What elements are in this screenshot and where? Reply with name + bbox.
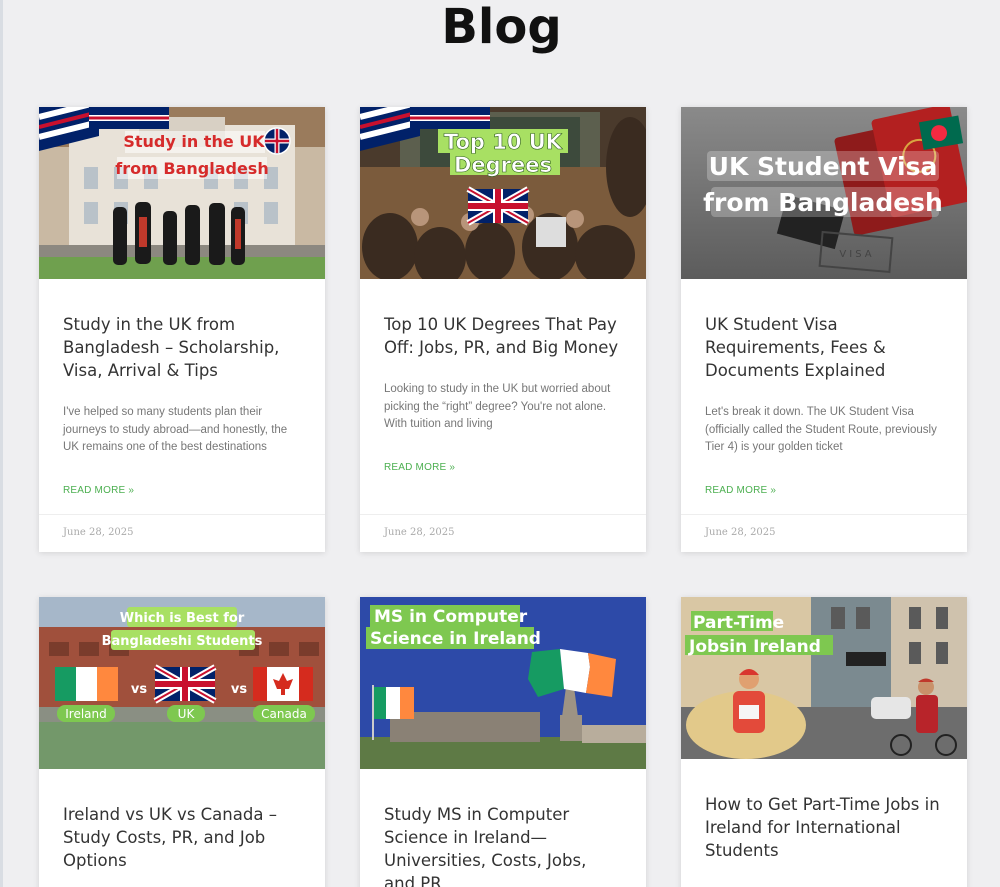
post-title[interactable]: Ireland vs UK vs Canada – Study Costs, P… — [63, 803, 301, 872]
post-thumbnail[interactable]: Top 10 UK Degrees — [360, 107, 646, 279]
post-card[interactable]: Which is Best for Bangladeshi Students v… — [39, 597, 325, 887]
country-label-uk: UK — [178, 707, 196, 721]
post-date: June 28, 2025 — [360, 514, 646, 552]
read-more-link[interactable]: READ MORE » — [63, 485, 134, 496]
post-title[interactable]: Study in the UK from Bangladesh – Schola… — [63, 313, 301, 382]
visa-stamp-label: VISA — [839, 249, 874, 260]
post-thumbnail[interactable]: MS in Computer Science in Ireland — [360, 597, 646, 769]
post-title[interactable]: Top 10 UK Degrees That Pay Off: Jobs, PR… — [384, 313, 622, 359]
thumb-headline-1: Part-Time — [693, 613, 784, 633]
post-excerpt: Looking to study in the UK but worried a… — [384, 383, 611, 430]
canada-flag-icon — [253, 667, 313, 701]
country-label-ireland: Ireland — [65, 707, 107, 721]
uk-flag-icon — [466, 186, 530, 226]
country-label-canada: Canada — [261, 707, 307, 721]
vs-label: vs — [231, 682, 247, 697]
ireland-flag-icon — [55, 667, 118, 701]
ireland-map-icon — [528, 649, 616, 697]
page-title: Blog — [441, 0, 562, 55]
read-more-link[interactable]: READ MORE » — [705, 485, 776, 496]
post-card[interactable]: MS in Computer Science in Ireland Study … — [360, 597, 646, 887]
thumb-headline-1: MS in Computer — [374, 607, 528, 627]
post-title[interactable]: Study MS in Computer Science in Ireland—… — [384, 803, 622, 887]
post-date: June 28, 2025 — [39, 514, 325, 552]
thumb-headline-2: from Bangladesh — [703, 188, 943, 217]
post-card[interactable]: Study in the UK from Bangladesh Study in… — [39, 107, 325, 552]
thumb-headline-1: Top 10 UK — [444, 130, 563, 154]
thumb-headline-2: Bangladeshi Students — [102, 634, 263, 649]
thumb-headline-2: Science in Ireland — [370, 629, 541, 649]
post-title[interactable]: How to Get Part-Time Jobs in Ireland for… — [705, 793, 943, 862]
post-title[interactable]: UK Student Visa Requirements, Fees & Doc… — [705, 313, 943, 382]
post-date: June 28, 2025 — [681, 514, 967, 552]
thumb-headline-2: Degrees — [454, 153, 552, 177]
thumb-headline-1: Study in the UK — [123, 132, 265, 151]
post-excerpt: I've helped so many students plan their … — [63, 406, 288, 453]
post-thumbnail[interactable]: VISA UK Student Visa from Bangladesh — [681, 107, 967, 279]
read-more-link[interactable]: READ MORE » — [384, 462, 455, 473]
vs-label: vs — [131, 682, 147, 697]
thumb-headline-2: from Bangladesh — [115, 159, 268, 178]
thumb-headline-2: Jobsin Ireland — [688, 637, 821, 657]
post-card[interactable]: VISA UK Student Visa from Bangladesh UK … — [681, 107, 967, 552]
post-excerpt: Let's break it down. The UK Student Visa… — [705, 406, 937, 453]
post-thumbnail[interactable]: Part-Time Jobsin Ireland — [681, 597, 967, 759]
post-thumbnail[interactable]: Study in the UK from Bangladesh — [39, 107, 325, 279]
uk-flag-icon — [153, 664, 217, 704]
post-thumbnail[interactable]: Which is Best for Bangladeshi Students v… — [39, 597, 325, 769]
uk-flag-icon — [263, 127, 291, 155]
thumb-headline-1: Which is Best for — [120, 611, 245, 626]
post-card[interactable]: Part-Time Jobsin Ireland How to Get Part… — [681, 597, 967, 887]
thumb-headline-1: UK Student Visa — [709, 152, 938, 181]
post-card[interactable]: Top 10 UK Degrees Top 10 UK Degrees That… — [360, 107, 646, 552]
